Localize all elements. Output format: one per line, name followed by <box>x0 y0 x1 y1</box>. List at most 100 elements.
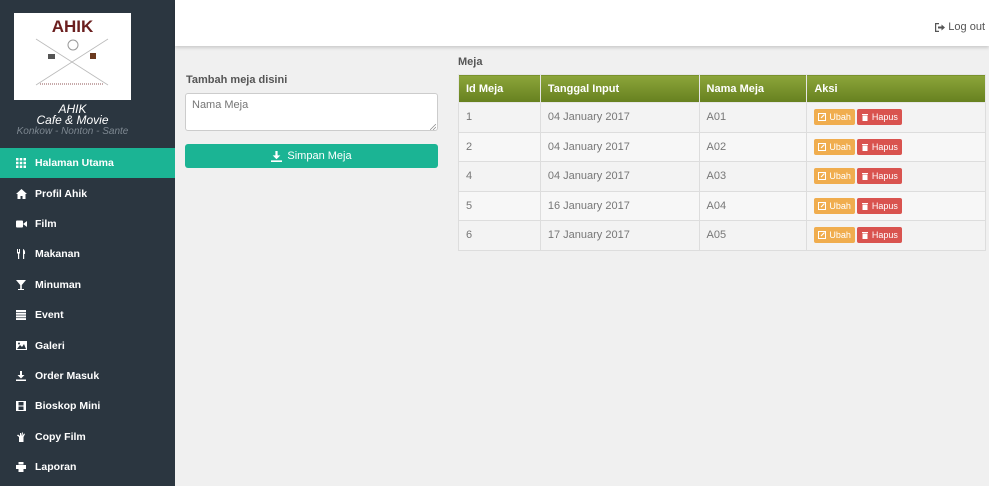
cell-date: 04 January 2017 <box>539 131 700 162</box>
ubah-button[interactable]: Ubah <box>814 227 855 244</box>
column-header-aksi: Aksi <box>806 74 986 103</box>
cell-name: A02 <box>698 131 808 162</box>
sidebar-item-label: Order Masuk <box>35 369 100 382</box>
sidebar-item-halaman-utama[interactable]: Halaman Utama <box>0 148 175 179</box>
sidebar-item-makanan[interactable]: Makanan <box>0 239 175 269</box>
grid-icon <box>14 158 28 169</box>
hapus-button[interactable]: Hapus <box>856 227 902 244</box>
table-title: Meja <box>458 56 483 68</box>
trash-icon <box>861 173 868 181</box>
column-header-tanggal: Tanggal Input <box>539 74 700 103</box>
resize-grip-icon[interactable] <box>430 124 436 130</box>
hapus-button[interactable]: Hapus <box>856 197 902 214</box>
ubah-button[interactable]: Ubah <box>814 197 855 214</box>
print-icon <box>14 462 28 473</box>
sidebar-item-galeri[interactable]: Galeri <box>0 330 175 360</box>
ubah-button[interactable]: Ubah <box>814 138 855 155</box>
sidebar-item-profil-ahik[interactable]: Profil Ahik <box>0 178 175 208</box>
cell-actions: Ubah Hapus <box>806 161 986 192</box>
sidebar-item-label: Makanan <box>35 248 80 261</box>
sidebar-item-label: Minuman <box>35 278 82 291</box>
ubah-label: Ubah <box>829 230 851 241</box>
cell-date: 16 January 2017 <box>539 190 700 221</box>
sidebar-item-label: Halaman Utama <box>35 157 114 170</box>
cell-id: 5 <box>458 190 541 221</box>
film-icon <box>14 401 28 412</box>
cell-id: 1 <box>458 102 541 133</box>
column-header-id: Id Meja <box>458 74 541 103</box>
picture-icon <box>14 341 28 351</box>
hapus-label: Hapus <box>871 171 898 182</box>
glass-icon <box>14 279 28 290</box>
form-label: Tambah meja disini <box>186 74 288 86</box>
brand-tagline: Konkow - Nonton - Sante <box>16 126 129 137</box>
ubah-label: Ubah <box>829 200 851 211</box>
column-header-nama: Nama Meja <box>698 74 808 103</box>
sidebar-item-order-masuk[interactable]: Order Masuk <box>0 361 175 391</box>
video-camera-icon <box>14 220 28 228</box>
hand-icon <box>14 432 28 442</box>
sidebar: AHIK AHIK Cafe & Movie Konkow - Nonton -… <box>0 0 175 486</box>
cell-name: A04 <box>698 190 808 221</box>
table-row: 4 04 January 2017 A03 Ubah Hapus <box>458 161 986 192</box>
sidebar-item-label: Bioskop Mini <box>35 400 101 413</box>
cell-date: 04 January 2017 <box>539 161 700 192</box>
ubah-button[interactable]: Ubah <box>814 109 855 126</box>
hapus-label: Hapus <box>871 112 898 123</box>
cell-id: 4 <box>458 161 541 192</box>
simpan-meja-button[interactable]: Simpan Meja <box>185 144 438 168</box>
sidebar-item-label: Galeri <box>35 339 65 352</box>
cell-actions: Ubah Hapus <box>806 190 986 221</box>
simpan-meja-label: Simpan Meja <box>287 150 352 162</box>
logout-link[interactable]: Log out <box>935 21 985 33</box>
sidebar-item-label: Profil Ahik <box>35 187 88 200</box>
cell-name: A05 <box>698 220 808 251</box>
table-row: 2 04 January 2017 A02 Ubah Hapus <box>458 131 986 162</box>
logo: AHIK <box>14 13 131 100</box>
home-icon <box>14 188 28 199</box>
cell-id: 6 <box>458 220 541 251</box>
sidebar-item-copy-film[interactable]: Copy Film <box>0 422 175 452</box>
edit-icon <box>818 231 827 240</box>
cutlery-icon <box>14 249 28 260</box>
sidebar-item-laporan[interactable]: Laporan <box>0 452 175 482</box>
topbar: Log out <box>175 0 989 46</box>
sidebar-nav: Halaman Utama Profil Ahik Film Makanan M… <box>0 148 175 482</box>
sidebar-item-label: Film <box>35 217 57 230</box>
meja-table: Id Meja Tanggal Input Nama Meja Aksi 1 0… <box>458 74 986 251</box>
ubah-button[interactable]: Ubah <box>814 168 855 185</box>
brand-block: AHIK Cafe & Movie Konkow - Nonton - Sant… <box>0 103 145 137</box>
nama-meja-field[interactable] <box>185 93 438 131</box>
edit-icon <box>818 142 827 151</box>
hapus-button[interactable]: Hapus <box>856 138 902 155</box>
hapus-button[interactable]: Hapus <box>856 109 902 126</box>
cell-name: A03 <box>698 161 808 192</box>
cell-date: 04 January 2017 <box>539 102 700 133</box>
logo-text: AHIK <box>51 17 94 36</box>
trash-icon <box>861 143 868 151</box>
sidebar-item-label: Copy Film <box>35 430 86 443</box>
cell-date: 17 January 2017 <box>539 220 700 251</box>
sidebar-item-minuman[interactable]: Minuman <box>0 270 175 300</box>
logo-art-icon <box>35 38 109 86</box>
edit-icon <box>818 113 827 122</box>
edit-icon <box>818 201 827 210</box>
hapus-label: Hapus <box>871 200 898 211</box>
cell-id: 2 <box>458 131 541 162</box>
sidebar-item-bioskop-mini[interactable]: Bioskop Mini <box>0 391 175 421</box>
trash-icon <box>861 114 868 122</box>
ubah-label: Ubah <box>829 112 851 123</box>
hapus-label: Hapus <box>871 230 898 241</box>
ubah-label: Ubah <box>829 141 851 152</box>
logout-label: Log out <box>948 21 985 33</box>
hapus-button[interactable]: Hapus <box>856 168 902 185</box>
sidebar-item-label: Event <box>35 309 64 322</box>
sidebar-item-film[interactable]: Film <box>0 209 175 239</box>
table-header-row: Id Meja Tanggal Input Nama Meja Aksi <box>458 74 986 103</box>
table-row: 1 04 January 2017 A01 Ubah Hapus <box>458 102 986 133</box>
sidebar-item-event[interactable]: Event <box>0 300 175 330</box>
cell-actions: Ubah Hapus <box>806 102 986 133</box>
cell-actions: Ubah Hapus <box>806 220 986 251</box>
list-icon <box>14 310 28 321</box>
cell-name: A01 <box>698 102 808 133</box>
